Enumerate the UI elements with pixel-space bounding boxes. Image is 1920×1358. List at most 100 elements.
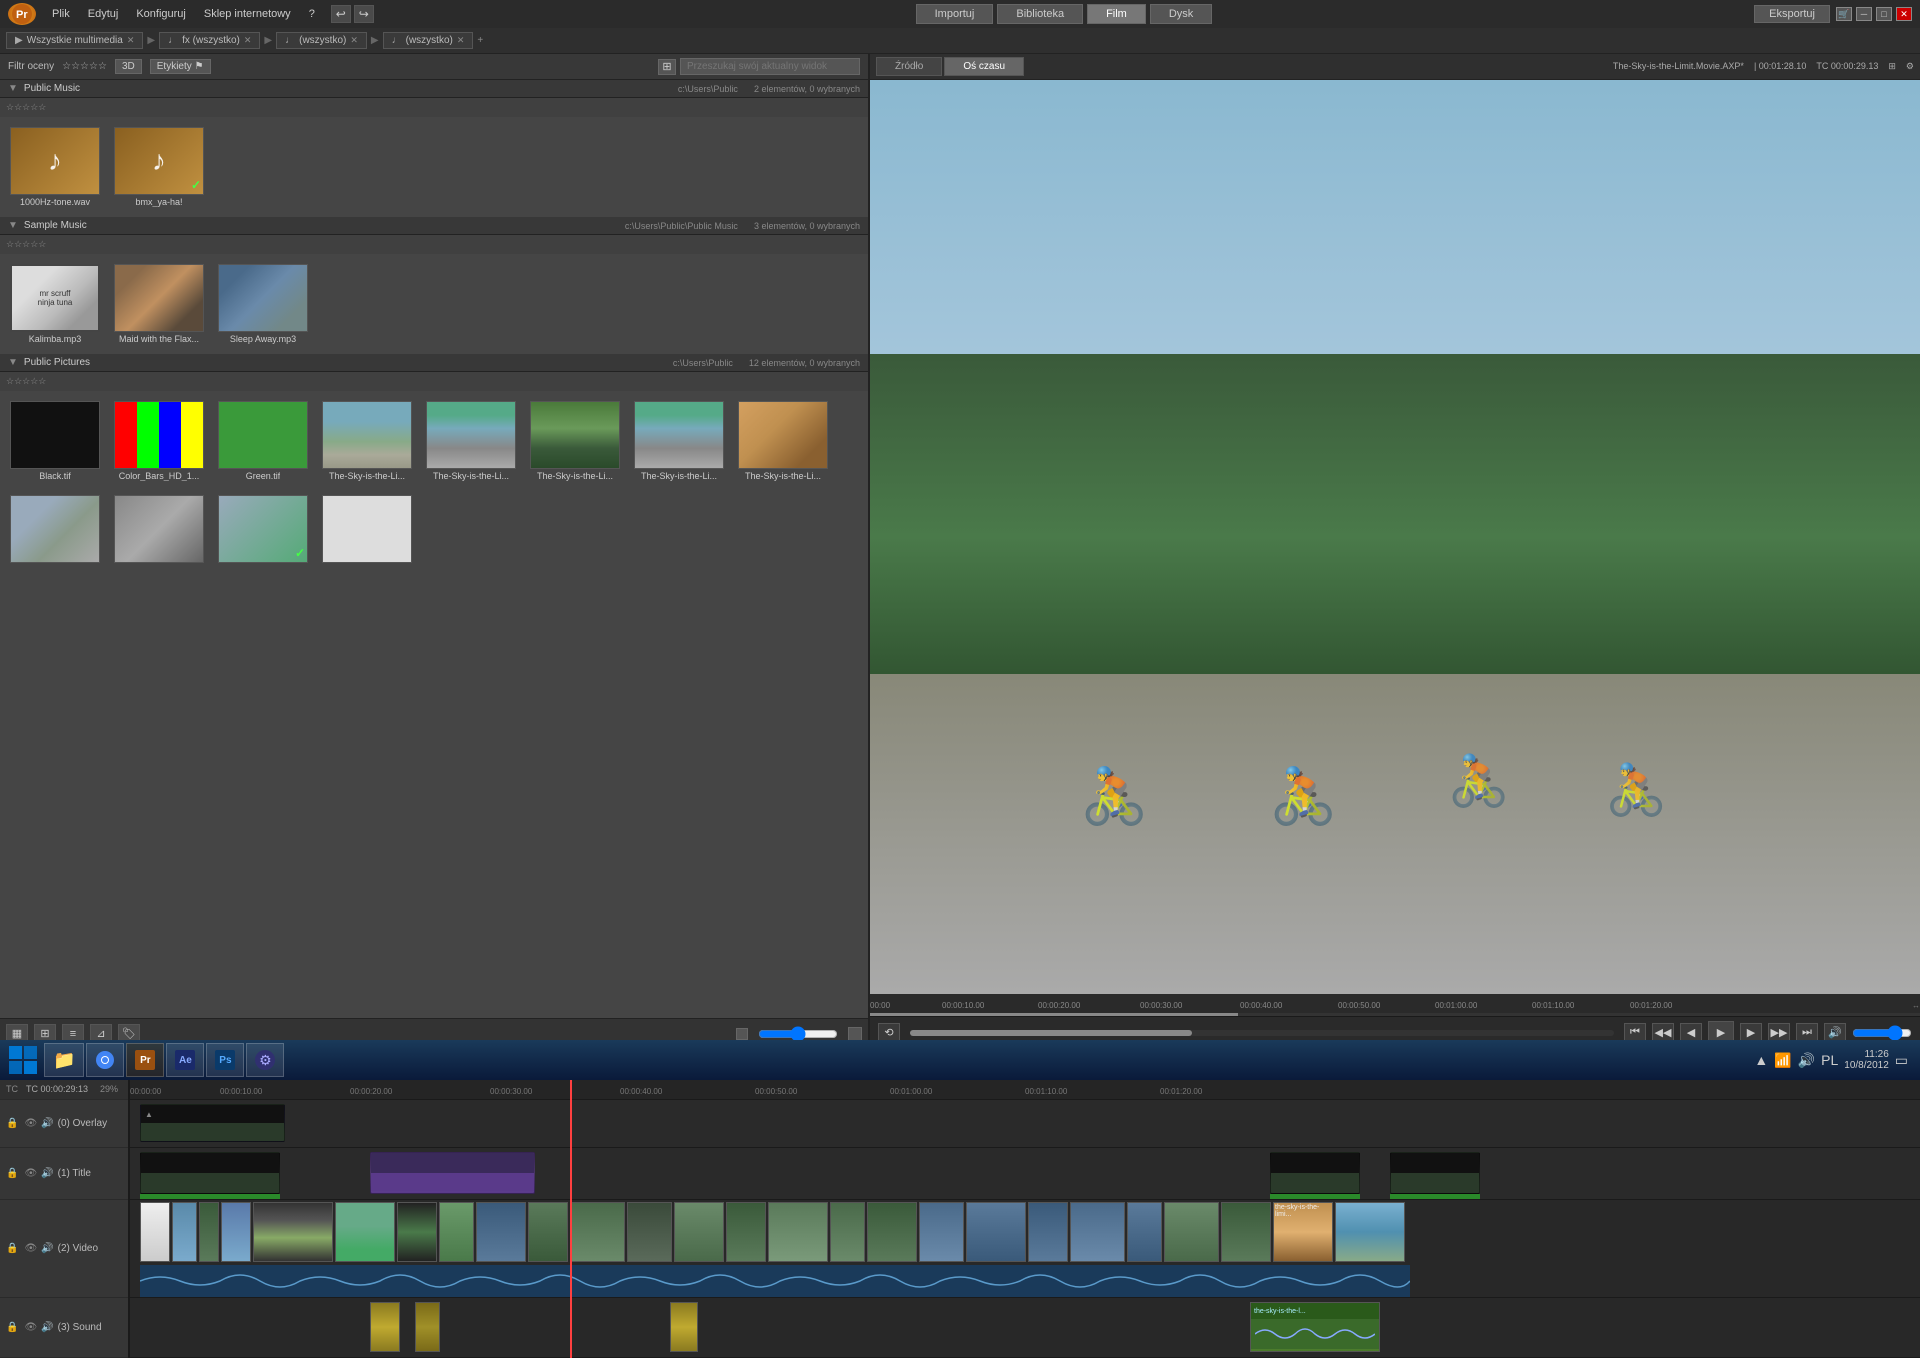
vid-clip-22[interactable] (1127, 1202, 1162, 1262)
vid-clip-desert[interactable]: the-sky-is-the-limi... (1273, 1202, 1333, 1262)
vid-clip-18[interactable] (919, 1202, 964, 1262)
track-lock-video[interactable]: 🔒 (6, 1243, 18, 1254)
vid-clip-4[interactable] (221, 1202, 251, 1262)
breadcrumb-all2[interactable]: ♩ (wszystko) ✕ (276, 32, 367, 49)
vid-clip-23[interactable] (1164, 1202, 1219, 1262)
vid-clip-2[interactable] (172, 1202, 197, 1262)
clip-title-4[interactable] (1390, 1152, 1480, 1194)
track-eye-video[interactable]: 👁 (24, 1243, 37, 1254)
vid-clip-24[interactable] (1221, 1202, 1271, 1262)
breadcrumb-all3[interactable]: ♩ (wszystko) ✕ (383, 32, 474, 49)
menu-file[interactable]: Plik (44, 6, 78, 22)
track-audio-video[interactable]: 🔊 (41, 1243, 53, 1254)
vid-clip-13[interactable] (674, 1202, 724, 1262)
tray-kb-icon[interactable]: PL (1821, 1052, 1838, 1068)
preview-settings-icon[interactable]: ⚙ (1906, 61, 1914, 72)
filter-3d-btn[interactable]: 3D (115, 59, 142, 74)
media-item-black[interactable]: Black.tif (6, 397, 104, 485)
track-header-overlay[interactable]: 🔒 👁 🔊 (0) Overlay (0, 1100, 128, 1148)
vid-clip-14[interactable] (726, 1202, 766, 1262)
vid-clip-15[interactable] (768, 1202, 828, 1262)
playhead[interactable] (570, 1078, 572, 1358)
track-lock-overlay[interactable]: 🔒 (6, 1118, 18, 1129)
menu-help[interactable]: ? (301, 6, 323, 22)
nav-tab-disk[interactable]: Dysk (1150, 4, 1212, 24)
breadcrumb-fx[interactable]: ♩ fx (wszystko) ✕ (159, 32, 260, 49)
nav-tab-import[interactable]: Importuj (916, 4, 994, 24)
vid-clip-5[interactable] (253, 1202, 333, 1262)
vid-clip-25[interactable] (1335, 1202, 1405, 1262)
media-item-hat[interactable]: The-Sky-is-the-Li... (734, 397, 832, 485)
tab-timeline[interactable]: Oś czasu (944, 57, 1024, 76)
menu-shop[interactable]: Sklep internetowy (196, 6, 299, 22)
search-input[interactable] (680, 58, 860, 75)
track-header-title[interactable]: 🔒 👁 🔊 (1) Title (0, 1148, 128, 1200)
clip-title-1[interactable] (140, 1152, 280, 1194)
taskbar-premiere[interactable]: Pr (126, 1043, 164, 1077)
sound-clip-1[interactable] (370, 1302, 400, 1352)
tab-source[interactable]: Źródło (876, 57, 942, 76)
track-header-video[interactable]: 🔒 👁 🔊 (2) Video (0, 1200, 128, 1298)
section-collapse-public-pictures[interactable]: ▼ (8, 357, 18, 368)
media-item-group1[interactable] (6, 491, 104, 569)
vid-clip-16[interactable] (830, 1202, 865, 1262)
section-public-music[interactable]: ▼ Public Music c:\Users\Public 2 element… (0, 80, 868, 98)
track-eye-sound[interactable]: 👁 (24, 1322, 37, 1333)
track-lane-overlay[interactable]: ▲ (130, 1100, 1920, 1148)
tray-network-icon[interactable]: 📶 (1774, 1052, 1791, 1069)
minimize-button[interactable]: ─ (1856, 7, 1872, 21)
track-audio-sound[interactable]: 🔊 (41, 1322, 53, 1333)
track-lane-sound[interactable]: the-sky-is-the-l... (130, 1298, 1920, 1358)
breadcrumb-all-media[interactable]: ▶ Wszystkie multimedia ✕ (6, 32, 143, 49)
maximize-button[interactable]: □ (1876, 7, 1892, 21)
breadcrumb-close-2[interactable]: ✕ (350, 35, 358, 46)
track-eye-overlay[interactable]: 👁 (24, 1118, 37, 1129)
section-sample-music[interactable]: ▼ Sample Music c:\Users\Public\Public Mu… (0, 217, 868, 235)
filter-stars[interactable]: ☆☆☆☆☆ (62, 61, 107, 72)
sound-clip-2[interactable] (415, 1302, 440, 1352)
media-item-sky1[interactable]: The-Sky-is-the-Li... (318, 397, 416, 485)
export-button[interactable]: Eksportuj (1754, 5, 1830, 23)
undo-button[interactable]: ↩ (331, 5, 351, 23)
redo-button[interactable]: ↪ (354, 5, 374, 23)
show-desktop-icon[interactable]: ▭ (1895, 1052, 1908, 1069)
breadcrumb-close-3[interactable]: ✕ (457, 35, 465, 46)
nav-tab-library[interactable]: Biblioteka (997, 4, 1083, 24)
vid-clip-19[interactable] (966, 1202, 1026, 1262)
vid-clip-1[interactable] (140, 1202, 170, 1262)
clip-title-3[interactable] (1270, 1152, 1360, 1194)
taskbar-explorer[interactable]: 📁 (44, 1043, 84, 1077)
media-item-white[interactable] (318, 491, 416, 569)
breadcrumb-close-0[interactable]: ✕ (127, 35, 135, 46)
volume-slider[interactable] (1852, 1025, 1912, 1041)
breadcrumb-close-1[interactable]: ✕ (244, 35, 252, 46)
menu-configure[interactable]: Konfiguruj (128, 6, 194, 22)
media-item-green[interactable]: Green.tif (214, 397, 312, 485)
taskbar-settings[interactable]: ⚙ (246, 1043, 284, 1077)
sound-clip-4[interactable]: the-sky-is-the-l... (1250, 1302, 1380, 1352)
track-lane-video[interactable]: the-sky-is-the-limi... (130, 1200, 1920, 1298)
nav-tab-film[interactable]: Film (1087, 4, 1146, 24)
tray-arrow-icon[interactable]: ▲ (1754, 1052, 1768, 1068)
track-audio-overlay[interactable]: 🔊 (41, 1118, 53, 1129)
track-header-sound[interactable]: 🔒 👁 🔊 (3) Sound (0, 1298, 128, 1358)
vid-clip-8[interactable] (439, 1202, 474, 1262)
media-item-1000hz[interactable]: ♪ 1000Hz-tone.wav (6, 123, 104, 211)
media-item-group2[interactable] (110, 491, 208, 569)
track-eye-title[interactable]: 👁 (24, 1168, 37, 1179)
vid-clip-12[interactable] (627, 1202, 672, 1262)
clip-title-2[interactable] (370, 1152, 535, 1194)
vid-clip-9[interactable] (476, 1202, 526, 1262)
close-button[interactable]: ✕ (1896, 7, 1912, 21)
filter-icon[interactable]: ⊞ (658, 59, 676, 75)
vid-clip-6[interactable] (335, 1202, 395, 1262)
preview-expand-icon[interactable]: ⊞ (1888, 61, 1896, 72)
media-item-bikes2[interactable]: The-Sky-is-the-Li... (526, 397, 624, 485)
menu-edit[interactable]: Edytuj (80, 6, 127, 22)
vid-clip-21[interactable] (1070, 1202, 1125, 1262)
section-collapse-sample-music[interactable]: ▼ (8, 220, 18, 231)
track-lock-title[interactable]: 🔒 (6, 1168, 18, 1179)
media-item-bikes3[interactable]: The-Sky-is-the-Li... (630, 397, 728, 485)
media-item-bikes1[interactable]: The-Sky-is-the-Li... (422, 397, 520, 485)
media-item-bmx[interactable]: ♪ bmx_ya-ha! (110, 123, 208, 211)
